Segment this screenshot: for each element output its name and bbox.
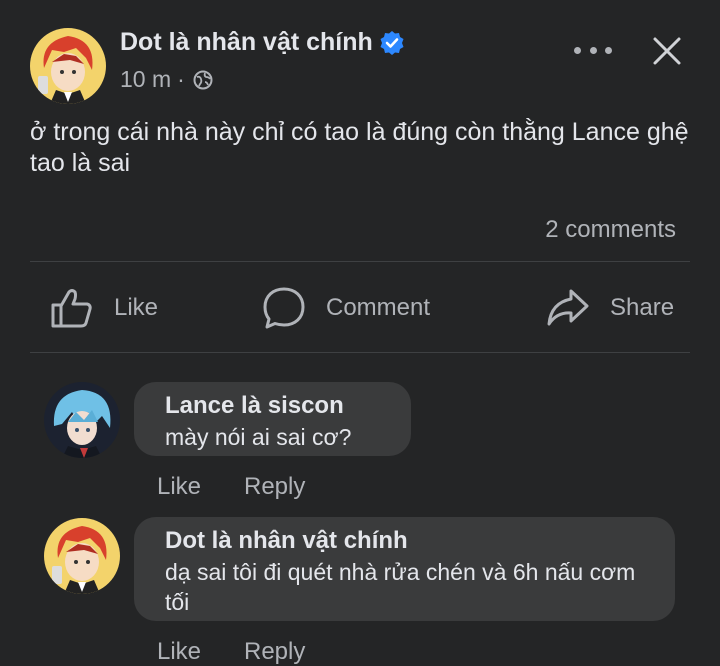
comment-bubble-icon — [263, 287, 305, 329]
comment-reply-button[interactable]: Reply — [244, 638, 305, 666]
like-label: Like — [114, 294, 159, 321]
comment-button[interactable]: Comment — [262, 282, 430, 334]
close-icon[interactable] — [650, 34, 684, 68]
post-author-name-text[interactable]: Dot là nhân vật chính — [120, 28, 373, 57]
more-dot — [605, 46, 612, 54]
share-arrow-icon — [547, 289, 589, 326]
globe-icon[interactable] — [193, 70, 213, 90]
verified-badge-icon — [380, 30, 404, 55]
comments-count-link[interactable]: 2 comments — [545, 216, 676, 244]
share-label: Share — [610, 294, 675, 321]
meta-separator: · — [177, 66, 185, 92]
post-author-name[interactable]: Dot là nhân vật chính — [120, 28, 405, 57]
post-text: ở trong cái nhà này chỉ có tao là đúng c… — [30, 118, 689, 177]
comment-bubble: Lance là siscon mày nói ai sai cơ? — [134, 382, 411, 456]
divider — [30, 261, 690, 262]
comment-bubble: Dot là nhân vật chính dạ sai tôi đi quét… — [134, 517, 675, 621]
comment-text: dạ sai tôi đi quét nhà rửa chén và 6h nấ… — [165, 559, 636, 615]
like-button[interactable]: Like — [50, 282, 158, 334]
divider — [30, 352, 690, 353]
comment-author[interactable]: Lance là siscon — [165, 392, 344, 420]
commenter-avatar[interactable] — [44, 518, 120, 594]
more-options-icon[interactable] — [574, 36, 612, 64]
comment-text: mày nói ai sai cơ? — [165, 424, 352, 450]
post-time[interactable]: 10 m — [120, 66, 171, 93]
thumbs-up-icon — [51, 289, 92, 328]
comment-like-button[interactable]: Like — [157, 638, 201, 666]
share-button[interactable]: Share — [546, 282, 674, 334]
more-dot — [589, 46, 597, 54]
comment-label: Comment — [326, 294, 431, 321]
more-dot — [574, 46, 581, 54]
commenter-avatar[interactable] — [44, 382, 120, 458]
comment-reply-button[interactable]: Reply — [244, 473, 305, 501]
comment-author[interactable]: Dot là nhân vật chính — [165, 527, 408, 555]
comment-like-button[interactable]: Like — [157, 473, 201, 501]
post-author-avatar[interactable] — [30, 28, 106, 104]
post-meta: 10 m · — [120, 66, 213, 93]
